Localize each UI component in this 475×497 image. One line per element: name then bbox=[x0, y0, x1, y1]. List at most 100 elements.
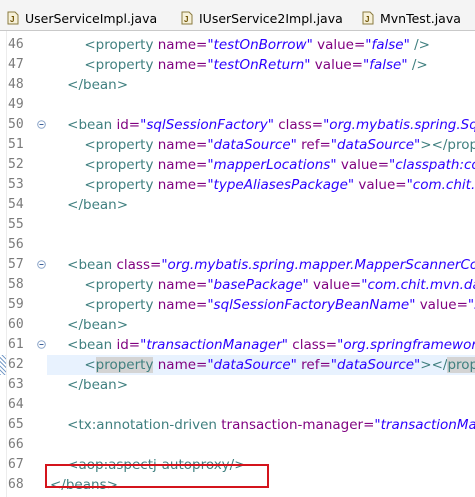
code-line[interactable]: 64 bbox=[0, 395, 475, 415]
svg-text:J: J bbox=[365, 15, 369, 24]
code-text: </beans> bbox=[50, 475, 118, 495]
code-line[interactable]: 48 </bean> bbox=[0, 75, 475, 95]
code-token: property bbox=[95, 357, 154, 373]
code-text: <bean id="sqlSessionFactory" class="org.… bbox=[50, 115, 475, 135]
code-token: <property bbox=[50, 297, 158, 313]
code-token: "dataSource" bbox=[207, 137, 297, 153]
fold-toggle-icon[interactable] bbox=[37, 340, 46, 349]
code-line[interactable]: 63 </bean> bbox=[0, 375, 475, 395]
code-token: ref= bbox=[296, 137, 331, 153]
tab-iuserservice2impl[interactable]: J IUserService2Impl.java bbox=[180, 6, 343, 30]
code-line[interactable]: 57 <bean class="org.mybatis.spring.mappe… bbox=[0, 255, 475, 275]
code-token: "com.chit.mvn.dao bbox=[361, 277, 475, 293]
code-line[interactable]: 54 </bean> bbox=[0, 195, 475, 215]
svg-text:J: J bbox=[10, 15, 14, 24]
code-token: </bean> bbox=[50, 197, 129, 213]
code-token: "transactionMa bbox=[374, 417, 475, 433]
java-file-icon: J bbox=[361, 11, 375, 25]
code-token: "mapperLocations" bbox=[207, 157, 337, 173]
code-token: </bean> bbox=[50, 377, 129, 393]
code-token: <property bbox=[50, 157, 158, 173]
fold-toggle-icon[interactable] bbox=[37, 120, 46, 129]
java-file-icon: J bbox=[6, 11, 20, 25]
code-line[interactable]: 58 <property name="basePackage" value="c… bbox=[0, 275, 475, 295]
line-number: 57 bbox=[8, 257, 24, 272]
code-token: prope bbox=[447, 357, 475, 373]
current-code-line[interactable]: 62 <property name="dataSource" ref="data… bbox=[8, 355, 475, 375]
java-interface-file-icon: J bbox=[180, 11, 194, 25]
line-number: 60 bbox=[8, 317, 24, 332]
code-token: <property bbox=[50, 177, 158, 193]
code-token: id= bbox=[116, 117, 141, 133]
code-text: </bean> bbox=[50, 195, 128, 215]
fold-toggle-icon[interactable] bbox=[37, 260, 46, 269]
code-text: <bean class="org.mybatis.spring.mapper.M… bbox=[50, 255, 475, 275]
code-token: <bean bbox=[50, 337, 117, 353]
tab-label: MvnTest.java bbox=[380, 10, 461, 26]
code-token: "testOnReturn" bbox=[207, 57, 311, 73]
code-token: ></ bbox=[420, 357, 448, 373]
code-line[interactable]: 53 <property name="typeAliasesPackage" v… bbox=[0, 175, 475, 195]
code-text: <property name="basePackage" value="com.… bbox=[50, 275, 475, 295]
code-line[interactable]: 67 <aop:aspectj-autoproxy/> bbox=[0, 455, 475, 475]
code-token: class= bbox=[116, 257, 162, 273]
code-token: /> bbox=[409, 37, 430, 53]
code-token: "sqlSessionFactoryBeanName" bbox=[207, 297, 416, 313]
code-token: /> bbox=[407, 57, 428, 73]
code-text: <property name="dataSource" ref="dataSou… bbox=[50, 355, 475, 375]
code-token: class= bbox=[273, 117, 324, 133]
code-token: </bean> bbox=[50, 77, 129, 93]
code-line[interactable]: 52 <property name="mapperLocations" valu… bbox=[0, 155, 475, 175]
code-token: < bbox=[50, 357, 96, 373]
code-token: "org.springframework bbox=[337, 337, 475, 353]
code-line[interactable]: 49 bbox=[0, 95, 475, 115]
line-number: 53 bbox=[8, 177, 24, 192]
line-number: 51 bbox=[8, 137, 24, 152]
code-token: <aop:aspectj-autoproxy/> bbox=[50, 457, 246, 473]
code-line[interactable]: 50 <bean id="sqlSessionFactory" class="o… bbox=[0, 115, 475, 135]
code-token: <property bbox=[50, 137, 158, 153]
code-line[interactable]: 68 </beans> bbox=[0, 475, 475, 495]
code-token: "sq bbox=[467, 297, 475, 313]
code-token: name= bbox=[157, 157, 208, 173]
code-line[interactable]: 65 <tx:annotation-driven transaction-man… bbox=[0, 415, 475, 435]
code-token: value= bbox=[336, 157, 390, 173]
code-token: "basePackage" bbox=[207, 277, 309, 293]
code-text: <property name="typeAliasesPackage" valu… bbox=[50, 175, 475, 195]
code-token: ></prope bbox=[420, 137, 475, 153]
code-token: <tx:annotation-driven bbox=[50, 417, 222, 433]
code-text: </bean> bbox=[50, 315, 128, 335]
code-line[interactable]: 46 <property name="testOnBorrow" value="… bbox=[0, 35, 475, 55]
xml-editor[interactable]: 46 <property name="testOnBorrow" value="… bbox=[0, 31, 475, 497]
tab-userserviceimpl[interactable]: J UserServiceImpl.java bbox=[6, 6, 157, 30]
code-line[interactable]: 66 bbox=[0, 435, 475, 455]
code-line[interactable]: 56 bbox=[0, 235, 475, 255]
code-token: class= bbox=[287, 337, 338, 353]
line-number: 50 bbox=[8, 117, 24, 132]
code-token: name= bbox=[157, 177, 208, 193]
tab-label: UserServiceImpl.java bbox=[25, 10, 158, 26]
code-token: "transactionManager" bbox=[140, 337, 288, 353]
code-token: name= bbox=[153, 357, 208, 373]
code-token: </beans> bbox=[50, 477, 118, 493]
line-number: 61 bbox=[8, 337, 24, 352]
code-line[interactable]: 47 <property name="testOnReturn" value="… bbox=[0, 55, 475, 75]
code-token: <property bbox=[50, 277, 158, 293]
code-text: <aop:aspectj-autoproxy/> bbox=[50, 455, 246, 475]
tab-label: IUserService2Impl.java bbox=[199, 10, 343, 26]
code-line[interactable]: 61 <bean id="transactionManager" class="… bbox=[0, 335, 475, 355]
code-token: "dataSource" bbox=[330, 357, 421, 373]
code-token: value= bbox=[415, 297, 468, 313]
code-token: "testOnBorrow" bbox=[207, 37, 313, 53]
tab-mvntest[interactable]: J MvnTest.java bbox=[361, 6, 461, 30]
code-line[interactable]: 51 <property name="dataSource" ref="data… bbox=[0, 135, 475, 155]
line-number: 63 bbox=[8, 377, 24, 392]
code-token: transaction-manager= bbox=[221, 417, 375, 433]
line-number: 64 bbox=[8, 397, 24, 412]
code-line[interactable]: 60 </bean> bbox=[0, 315, 475, 335]
code-line[interactable]: 59 <property name="sqlSessionFactoryBean… bbox=[0, 295, 475, 315]
line-number: 67 bbox=[8, 457, 24, 472]
code-token: </bean> bbox=[50, 317, 129, 333]
code-line[interactable]: 55 bbox=[0, 215, 475, 235]
code-token: "com.chit.m bbox=[406, 177, 475, 193]
